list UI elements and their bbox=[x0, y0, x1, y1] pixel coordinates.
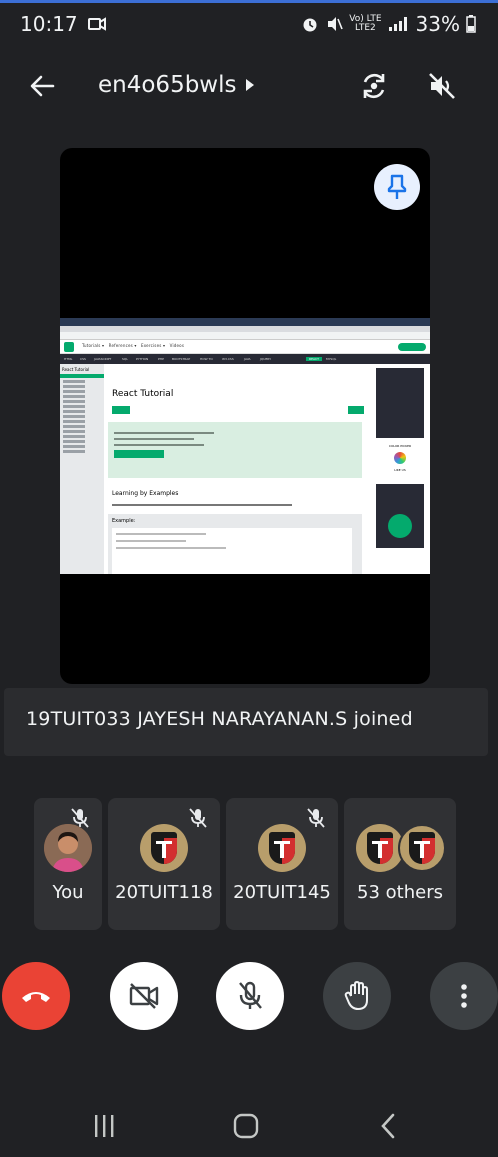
join-notification: 19TUIT033 JAYESH NARAYANAN.S joined bbox=[4, 688, 488, 756]
more-options-button[interactable] bbox=[430, 962, 498, 1030]
battery-percent: 33% bbox=[415, 12, 460, 36]
shared-site-subnav: HTML CSS JAVASCRIPT SQL PYTHON PHP BOOTSTRAP HO… bbox=[60, 354, 430, 364]
home-icon bbox=[233, 1113, 259, 1139]
site-logo bbox=[64, 342, 74, 352]
battery-icon bbox=[466, 15, 476, 33]
meeting-title[interactable]: en4o65bwls bbox=[98, 72, 255, 98]
hand-icon bbox=[344, 981, 368, 1010]
back-nav-button[interactable] bbox=[368, 1108, 408, 1144]
mic-off-icon bbox=[186, 806, 210, 830]
speaker-mute-button[interactable] bbox=[420, 64, 464, 108]
shared-screen-content: Tutorials ▾ References ▾ Exercises ▾ Vid… bbox=[60, 318, 430, 574]
switch-camera-button[interactable] bbox=[352, 64, 396, 108]
shared-sidebar: React Tutorial bbox=[60, 364, 104, 574]
presentation-view[interactable]: Tutorials ▾ References ▾ Exercises ▾ Vid… bbox=[60, 148, 430, 684]
status-icons: Vo) LTE LTE2 33% bbox=[301, 12, 476, 36]
home-button[interactable] bbox=[226, 1108, 266, 1144]
camera-off-icon bbox=[129, 983, 159, 1009]
chevron-left-icon bbox=[381, 1113, 395, 1139]
system-navigation-bar bbox=[0, 1098, 498, 1157]
participant-name: 20TUIT145 bbox=[233, 882, 331, 903]
participant-tile-you[interactable]: You bbox=[34, 798, 102, 930]
mute-notification-icon bbox=[328, 17, 343, 31]
avatar bbox=[258, 824, 306, 872]
shared-section-heading: Learning by Examples bbox=[112, 490, 179, 497]
arrow-back-icon bbox=[30, 75, 55, 97]
shared-address-bar bbox=[60, 332, 430, 340]
participant-tile[interactable]: 20TUIT118 bbox=[108, 798, 220, 930]
recent-apps-button[interactable] bbox=[84, 1108, 124, 1144]
pin-button[interactable] bbox=[374, 164, 420, 210]
back-button[interactable] bbox=[22, 62, 62, 110]
call-controls bbox=[0, 962, 498, 1042]
video-record-icon bbox=[88, 17, 106, 31]
avatar bbox=[140, 824, 188, 872]
participant-name: 53 others bbox=[357, 882, 443, 903]
switch-camera-icon bbox=[363, 73, 385, 99]
lte-indicator: Vo) LTE LTE2 bbox=[349, 14, 382, 33]
signal-icon bbox=[388, 17, 407, 31]
avatar bbox=[398, 824, 446, 872]
participant-tile[interactable]: 20TUIT145 bbox=[226, 798, 338, 930]
end-call-icon bbox=[22, 992, 50, 1002]
mic-toggle-button[interactable] bbox=[216, 962, 284, 1030]
volume-off-icon bbox=[429, 73, 455, 99]
top-accent-line bbox=[0, 0, 498, 3]
participant-name: You bbox=[52, 882, 84, 903]
mic-off-icon bbox=[304, 806, 328, 830]
status-bar: 10:17 Vo) LTE LTE2 33% bbox=[0, 8, 498, 40]
shared-page-heading: React Tutorial bbox=[112, 389, 174, 399]
alarm-icon bbox=[303, 18, 317, 32]
meeting-code: en4o65bwls bbox=[98, 72, 237, 98]
participant-tile-others[interactable]: 53 others bbox=[344, 798, 456, 930]
avatar bbox=[44, 824, 92, 872]
participant-name: 20TUIT118 bbox=[115, 882, 213, 903]
join-notification-text: 19TUIT033 JAYESH NARAYANAN.S joined bbox=[26, 708, 413, 730]
site-login-button bbox=[398, 343, 426, 351]
shared-site-topnav: Tutorials ▾ References ▾ Exercises ▾ Vid… bbox=[60, 340, 430, 354]
raise-hand-button[interactable] bbox=[323, 962, 391, 1030]
pin-icon bbox=[387, 174, 407, 199]
shared-main-content: React Tutorial Learning by Examples Exam… bbox=[108, 364, 368, 574]
chevron-right-icon bbox=[246, 79, 255, 91]
shared-taskbar bbox=[60, 318, 430, 326]
more-vert-icon bbox=[461, 984, 467, 1008]
avatar bbox=[356, 824, 404, 872]
status-time: 10:17 bbox=[20, 12, 106, 36]
end-call-button[interactable] bbox=[2, 962, 70, 1030]
camera-toggle-button[interactable] bbox=[110, 962, 178, 1030]
recent-apps-icon bbox=[95, 1115, 114, 1137]
mic-off-icon bbox=[239, 981, 262, 1009]
meeting-header: en4o65bwls bbox=[0, 62, 498, 112]
shared-right-column: COLOR PICKER LIKE US bbox=[376, 368, 424, 572]
